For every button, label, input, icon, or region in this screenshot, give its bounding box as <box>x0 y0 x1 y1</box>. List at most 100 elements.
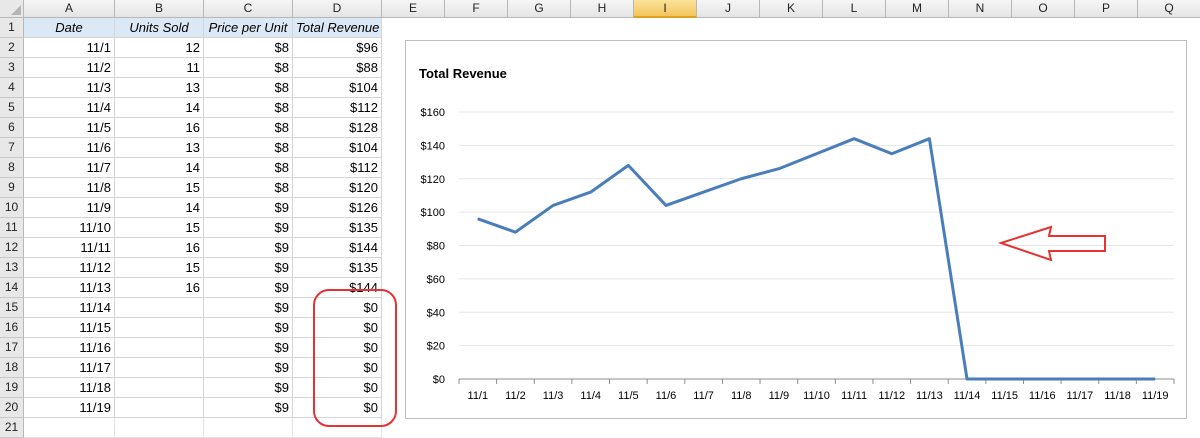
cell-c7[interactable]: $8 <box>204 138 293 158</box>
cell-d7[interactable]: $104 <box>293 138 382 158</box>
cell-c3[interactable]: $8 <box>204 58 293 78</box>
cell-a7[interactable]: 11/6 <box>24 138 115 158</box>
cell-c17[interactable]: $9 <box>204 338 293 358</box>
cell-c8[interactable]: $8 <box>204 158 293 178</box>
row-header-20[interactable]: 20 <box>0 398 24 418</box>
column-header-d[interactable]: D <box>293 0 382 18</box>
column-header-a[interactable]: A <box>24 0 115 18</box>
column-header-o[interactable]: O <box>1012 0 1075 18</box>
cell-b21[interactable] <box>115 418 204 438</box>
cell-d3[interactable]: $88 <box>293 58 382 78</box>
cell-b18[interactable] <box>115 358 204 378</box>
cell-a13[interactable]: 11/12 <box>24 258 115 278</box>
cell-a2[interactable]: 11/1 <box>24 38 115 58</box>
cell-b2[interactable]: 12 <box>115 38 204 58</box>
header-cell-a[interactable]: Date <box>24 18 115 38</box>
row-header-7[interactable]: 7 <box>0 138 24 158</box>
row-header-16[interactable]: 16 <box>0 318 24 338</box>
cell-c18[interactable]: $9 <box>204 358 293 378</box>
cell-c19[interactable]: $9 <box>204 378 293 398</box>
row-header-1[interactable]: 1 <box>0 18 24 38</box>
select-all-corner[interactable] <box>0 0 24 18</box>
header-cell-c[interactable]: Price per Unit <box>204 18 293 38</box>
row-header-11[interactable]: 11 <box>0 218 24 238</box>
column-header-h[interactable]: H <box>571 0 634 18</box>
cell-a15[interactable]: 11/14 <box>24 298 115 318</box>
cell-c11[interactable]: $9 <box>204 218 293 238</box>
row-header-3[interactable]: 3 <box>0 58 24 78</box>
cell-a3[interactable]: 11/2 <box>24 58 115 78</box>
cell-a19[interactable]: 11/18 <box>24 378 115 398</box>
cell-a16[interactable]: 11/15 <box>24 318 115 338</box>
row-header-15[interactable]: 15 <box>0 298 24 318</box>
column-header-g[interactable]: G <box>508 0 571 18</box>
cell-c2[interactable]: $8 <box>204 38 293 58</box>
row-header-17[interactable]: 17 <box>0 338 24 358</box>
cell-d4[interactable]: $104 <box>293 78 382 98</box>
cell-b11[interactable]: 15 <box>115 218 204 238</box>
cell-d5[interactable]: $112 <box>293 98 382 118</box>
cell-c12[interactable]: $9 <box>204 238 293 258</box>
cell-b20[interactable] <box>115 398 204 418</box>
cell-b9[interactable]: 15 <box>115 178 204 198</box>
cell-c21[interactable] <box>204 418 293 438</box>
column-header-b[interactable]: B <box>115 0 204 18</box>
column-header-q[interactable]: Q <box>1138 0 1200 18</box>
row-header-9[interactable]: 9 <box>0 178 24 198</box>
column-header-i[interactable]: I <box>634 0 697 18</box>
cell-a20[interactable]: 11/19 <box>24 398 115 418</box>
cell-b3[interactable]: 11 <box>115 58 204 78</box>
cell-a9[interactable]: 11/8 <box>24 178 115 198</box>
cell-a6[interactable]: 11/5 <box>24 118 115 138</box>
cell-b5[interactable]: 14 <box>115 98 204 118</box>
cell-d6[interactable]: $128 <box>293 118 382 138</box>
cell-d13[interactable]: $135 <box>293 258 382 278</box>
cell-a11[interactable]: 11/10 <box>24 218 115 238</box>
cell-a17[interactable]: 11/16 <box>24 338 115 358</box>
cell-a4[interactable]: 11/3 <box>24 78 115 98</box>
cell-b10[interactable]: 14 <box>115 198 204 218</box>
cell-c15[interactable]: $9 <box>204 298 293 318</box>
cell-d11[interactable]: $135 <box>293 218 382 238</box>
row-header-19[interactable]: 19 <box>0 378 24 398</box>
row-header-21[interactable]: 21 <box>0 418 24 438</box>
cell-c5[interactable]: $8 <box>204 98 293 118</box>
cell-d9[interactable]: $120 <box>293 178 382 198</box>
row-header-2[interactable]: 2 <box>0 38 24 58</box>
cell-b12[interactable]: 16 <box>115 238 204 258</box>
column-header-p[interactable]: P <box>1075 0 1138 18</box>
row-header-10[interactable]: 10 <box>0 198 24 218</box>
cell-c10[interactable]: $9 <box>204 198 293 218</box>
row-header-5[interactable]: 5 <box>0 98 24 118</box>
header-cell-d[interactable]: Total Revenue <box>293 18 382 38</box>
column-header-e[interactable]: E <box>382 0 445 18</box>
row-header-12[interactable]: 12 <box>0 238 24 258</box>
cell-b16[interactable] <box>115 318 204 338</box>
cell-a21[interactable] <box>24 418 115 438</box>
cell-c14[interactable]: $9 <box>204 278 293 298</box>
column-header-m[interactable]: M <box>886 0 949 18</box>
column-header-l[interactable]: L <box>823 0 886 18</box>
row-header-8[interactable]: 8 <box>0 158 24 178</box>
cell-a8[interactable]: 11/7 <box>24 158 115 178</box>
cell-a10[interactable]: 11/9 <box>24 198 115 218</box>
column-header-k[interactable]: K <box>760 0 823 18</box>
cell-a18[interactable]: 11/17 <box>24 358 115 378</box>
cell-c20[interactable]: $9 <box>204 398 293 418</box>
cell-c13[interactable]: $9 <box>204 258 293 278</box>
cell-b19[interactable] <box>115 378 204 398</box>
cell-a5[interactable]: 11/4 <box>24 98 115 118</box>
header-cell-b[interactable]: Units Sold <box>115 18 204 38</box>
row-header-18[interactable]: 18 <box>0 358 24 378</box>
row-header-14[interactable]: 14 <box>0 278 24 298</box>
column-header-c[interactable]: C <box>204 0 293 18</box>
cell-b7[interactable]: 13 <box>115 138 204 158</box>
cell-b6[interactable]: 16 <box>115 118 204 138</box>
cell-b15[interactable] <box>115 298 204 318</box>
cell-a14[interactable]: 11/13 <box>24 278 115 298</box>
row-header-13[interactable]: 13 <box>0 258 24 278</box>
cell-b8[interactable]: 14 <box>115 158 204 178</box>
row-header-4[interactable]: 4 <box>0 78 24 98</box>
cell-c9[interactable]: $8 <box>204 178 293 198</box>
cell-b13[interactable]: 15 <box>115 258 204 278</box>
